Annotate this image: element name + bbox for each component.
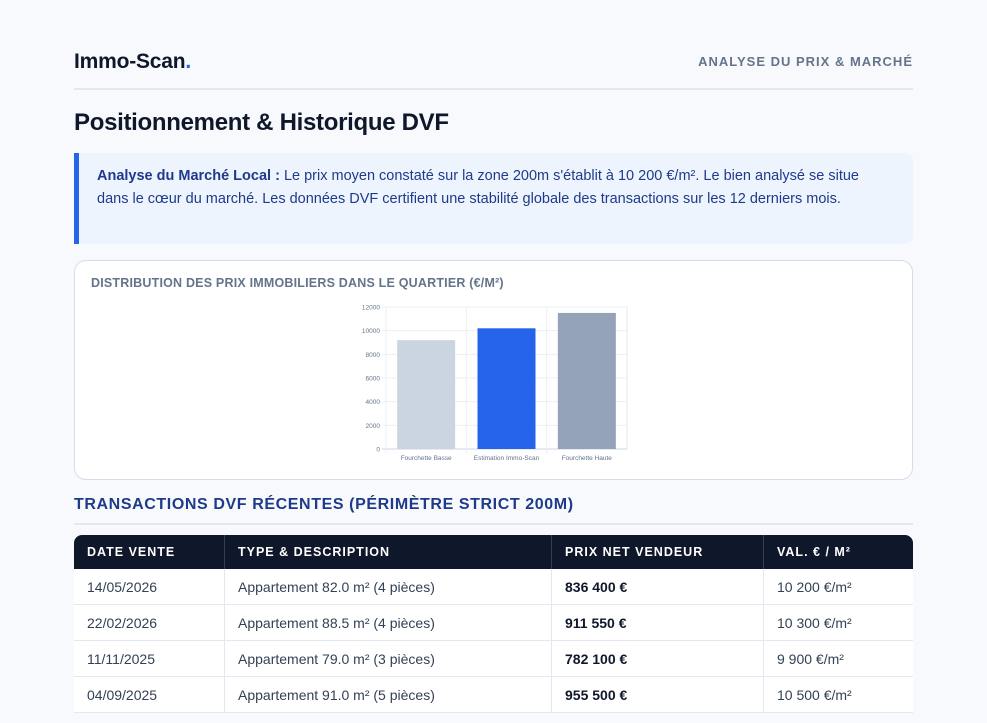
cell-price: 911 550 €	[551, 605, 763, 641]
table-row: 04/09/2025 Appartement 91.0 m² (5 pièces…	[74, 677, 913, 713]
bar	[557, 312, 616, 449]
y-tick-label: 8000	[366, 352, 381, 359]
column-header-description: TYPE & DESCRIPTION	[224, 535, 551, 569]
x-tick-label: Fourchette Haute	[562, 455, 613, 462]
y-tick-label: 0	[376, 447, 380, 454]
x-tick-label: Estimation Immo-Scan	[474, 455, 540, 462]
y-tick-label: 4000	[366, 399, 381, 406]
brand-logo: Immo-Scan.	[74, 50, 191, 74]
cell-price: 836 400 €	[551, 569, 763, 605]
y-tick-label: 2000	[366, 423, 381, 430]
table-row: 11/11/2025 Appartement 79.0 m² (3 pièces…	[74, 641, 913, 677]
brand-dot: .	[185, 50, 192, 73]
cell-description: Appartement 82.0 m² (4 pièces)	[224, 569, 551, 605]
cell-price: 955 500 €	[551, 677, 763, 713]
column-header-date: DATE VENTE	[74, 535, 224, 569]
cell-price-per-sqm: 9 900 €/m²	[763, 641, 913, 677]
bar	[477, 328, 536, 449]
brand-name: Immo-Scan	[74, 50, 186, 73]
price-distribution-card: DISTRIBUTION DES PRIX IMMOBILIERS DANS L…	[74, 260, 913, 480]
page: Immo-Scan. ANALYSE DU PRIX & MARCHÉ Posi…	[0, 0, 987, 723]
table-row: 14/05/2026 Appartement 82.0 m² (4 pièces…	[74, 569, 913, 605]
cell-date: 22/02/2026	[74, 605, 224, 641]
transactions-section-title: TRANSACTIONS DVF RÉCENTES (PÉRIMÈTRE STR…	[74, 496, 913, 525]
y-tick-label: 10000	[362, 328, 380, 335]
cell-price-per-sqm: 10 300 €/m²	[763, 605, 913, 641]
cell-date: 11/11/2025	[74, 641, 224, 677]
cell-description: Appartement 91.0 m² (5 pièces)	[224, 677, 551, 713]
column-header-price-per-sqm: VAL. € / M²	[763, 535, 913, 569]
section-label: ANALYSE DU PRIX & MARCHÉ	[698, 54, 913, 69]
y-tick-label: 6000	[366, 376, 381, 383]
callout-label: Analyse du Marché Local :	[97, 168, 280, 184]
cell-description: Appartement 88.5 m² (4 pièces)	[224, 605, 551, 641]
cell-description: Appartement 79.0 m² (3 pièces)	[224, 641, 551, 677]
column-header-price: PRIX NET VENDEUR	[551, 535, 763, 569]
table-row: 22/02/2026 Appartement 88.5 m² (4 pièces…	[74, 605, 913, 641]
table-header-row: DATE VENTE TYPE & DESCRIPTION PRIX NET V…	[74, 535, 913, 569]
cell-date: 04/09/2025	[74, 677, 224, 713]
cell-price: 782 100 €	[551, 641, 763, 677]
cell-date: 14/05/2026	[74, 569, 224, 605]
report-header: Immo-Scan. ANALYSE DU PRIX & MARCHÉ	[74, 48, 913, 90]
y-tick-label: 12000	[362, 305, 380, 312]
price-distribution-chart: 0 2000 4000 6000 8000 10000 12000 Fourchette Ba…	[362, 305, 628, 462]
page-title: Positionnement & Historique DVF	[74, 109, 449, 136]
bar	[397, 340, 456, 449]
cell-price-per-sqm: 10 500 €/m²	[763, 677, 913, 713]
cell-price-per-sqm: 10 200 €/m²	[763, 569, 913, 605]
transactions-table: DATE VENTE TYPE & DESCRIPTION PRIX NET V…	[74, 535, 913, 713]
x-tick-label: Fourchette Basse	[401, 455, 452, 462]
market-analysis-callout: Analyse du Marché Local : Le prix moyen …	[74, 153, 913, 244]
